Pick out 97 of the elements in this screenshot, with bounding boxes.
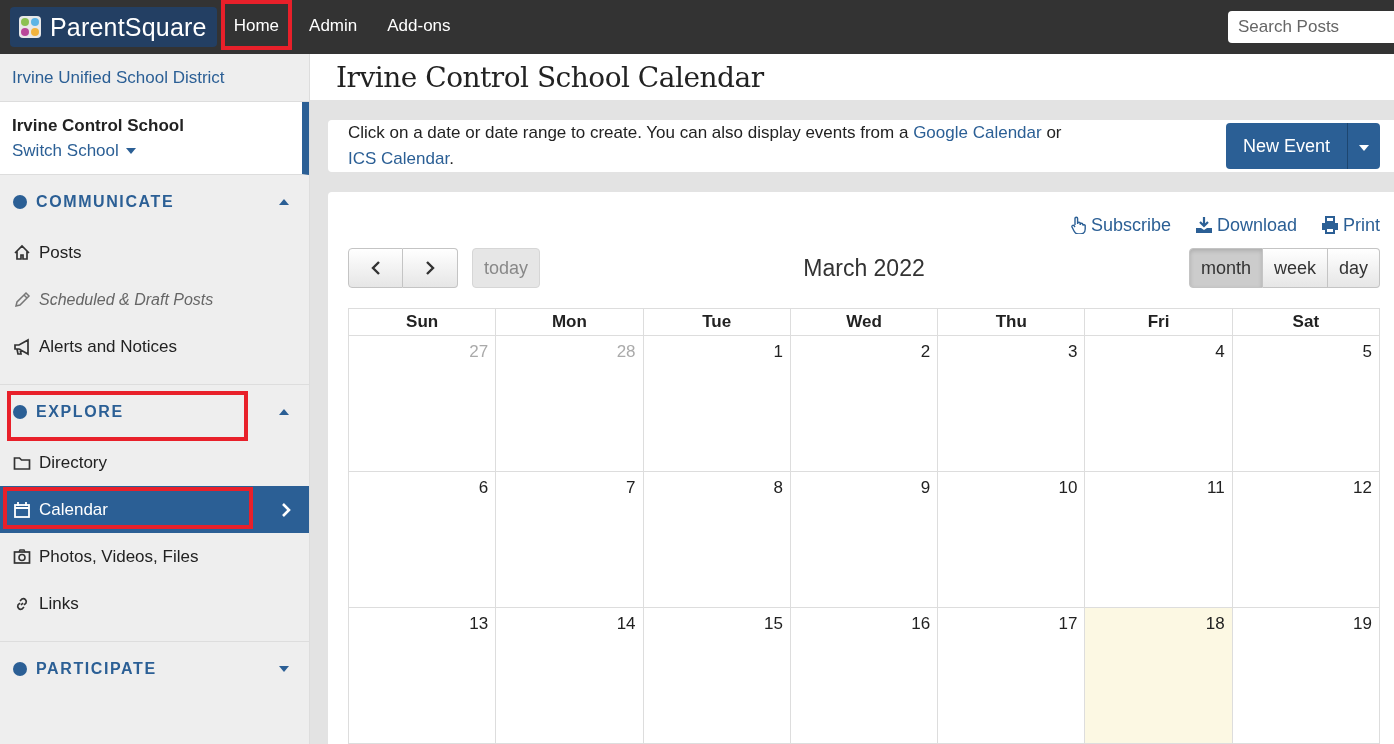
caret-down-icon[interactable] [279,666,289,672]
calendar-action-link[interactable]: Subscribe [1068,214,1171,236]
calendar-icon [13,500,31,519]
house-icon [13,243,31,262]
parentsquare-logo[interactable]: ParentSquare [10,7,217,47]
day-cell[interactable]: 3 [938,336,1086,472]
camera-icon [13,547,31,566]
logo-text: ParentSquare [50,12,207,42]
megaphone-icon [13,337,31,356]
dot-icon [13,195,27,209]
download-icon [1194,216,1213,234]
chevron-left-icon [370,260,381,276]
day-cell[interactable]: 12 [1232,472,1380,608]
weekday-header: Wed [790,309,939,336]
page-title: Irvine Control School Calendar [336,60,764,94]
nav-link[interactable]: Add-ons [374,0,464,54]
day-number: 12 [1353,478,1372,498]
view-button[interactable]: day [1327,248,1380,288]
day-number: 18 [1205,614,1225,634]
day-cell[interactable]: 15 [643,608,791,744]
day-cell[interactable]: 9 [790,472,939,608]
day-number: 3 [1067,342,1078,362]
day-cell[interactable]: 7 [496,472,644,608]
sidebar-item[interactable]: Directory [0,439,309,486]
calendar-title: March 2022 [803,254,925,282]
section-heading: PARTICIPATE [36,660,157,678]
pointing-hand-icon [1068,216,1087,234]
day-number: 8 [773,478,783,498]
sidebar-item[interactable]: Calendar [0,486,309,533]
day-number: 17 [1058,614,1078,634]
caret-up-icon[interactable] [279,199,289,205]
day-number: 13 [469,614,489,634]
printer-icon [1321,216,1339,234]
day-cell[interactable]: 10 [938,472,1086,608]
day-cell[interactable]: 18 [1085,608,1233,744]
nav-link[interactable]: Home [220,0,293,54]
day-cell[interactable]: 19 [1232,608,1380,744]
day-number: 10 [1058,478,1078,498]
day-number: 9 [920,478,931,498]
dot-icon [13,405,27,419]
caret-down-icon [1359,144,1369,151]
search-field[interactable]: Search Posts [1228,11,1394,43]
day-cell[interactable]: 6 [349,472,497,608]
day-cell[interactable]: 1 [643,336,791,472]
day-cell[interactable]: 16 [790,608,939,744]
pencil-icon [13,290,31,309]
day-cell[interactable]: 13 [349,608,497,744]
new-event-button[interactable]: New Event [1225,123,1347,169]
section-heading: EXPLORE [36,403,124,421]
day-number: 27 [469,342,489,362]
day-number: 14 [616,614,636,634]
nav-link[interactable]: Admin [296,0,371,54]
caret-down-icon [125,148,136,154]
day-number: 7 [626,478,636,498]
chevron-right-icon [281,501,291,518]
day-number: 15 [763,614,783,634]
weekday-header: Sat [1232,309,1380,336]
day-cell[interactable]: 2 [790,336,939,472]
day-number: 16 [911,614,931,634]
weekday-header: Thu [938,309,1086,336]
day-cell[interactable]: 8 [643,472,791,608]
day-number: 4 [1215,342,1225,362]
sidebar-item[interactable]: Links [0,580,309,627]
day-number: 6 [478,478,489,498]
weekday-header: Mon [496,309,644,336]
district-link[interactable]: Irvine Unified School District [12,67,225,88]
ics-calendar-link[interactable]: ICS Calendar [348,149,450,168]
caret-up-icon[interactable] [279,409,289,415]
day-number: 11 [1207,478,1225,498]
day-number: 5 [1362,342,1372,362]
sidebar-item[interactable]: Scheduled & Draft Posts [0,276,309,323]
day-number: 1 [773,342,783,362]
google-calendar-link[interactable]: Google Calendar [913,123,1042,142]
switch-school-link[interactable]: Switch School [12,141,136,161]
day-number: 2 [920,342,931,362]
sidebar-item[interactable]: Posts [0,229,309,276]
four-dots-icon [18,15,42,39]
day-cell[interactable]: 14 [496,608,644,744]
dropdown-button[interactable] [1347,123,1380,169]
sidebar-item[interactable]: Alerts and Notices [0,323,309,370]
weekday-header: Sun [349,309,497,336]
day-cell[interactable]: 4 [1085,336,1233,472]
dot-icon [13,662,27,676]
calendar-action-link[interactable]: Download [1194,214,1297,236]
view-button[interactable]: week [1262,248,1328,288]
school-name: Irvine Control School [12,116,185,136]
calendar-action-link[interactable]: Print [1321,214,1380,236]
day-number: 28 [616,342,636,362]
day-number: 19 [1353,614,1372,634]
section-heading: COMMUNICATE [36,193,175,211]
day-cell[interactable]: 5 [1232,336,1380,472]
view-button[interactable]: month [1188,248,1263,288]
sidebar-item[interactable]: Photos, Videos, Files [0,533,309,580]
weekday-header: Tue [643,309,791,336]
info-text: Click on a date or date range to create. You can also display events from a Google Calendar or ICS Calendar. [348,122,1063,170]
chevron-right-icon [425,260,435,276]
weekday-header: Fri [1085,309,1233,336]
